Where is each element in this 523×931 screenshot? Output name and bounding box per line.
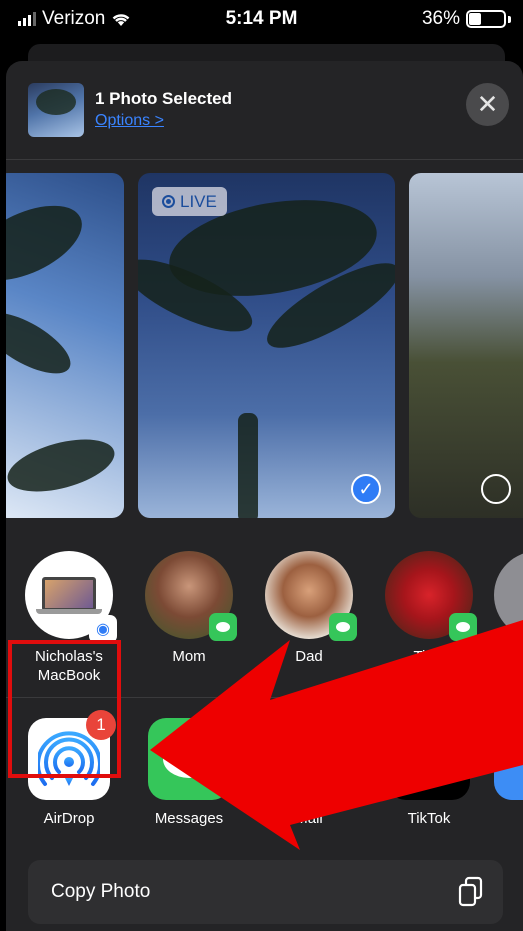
- options-link[interactable]: Options >: [95, 112, 164, 130]
- app-label: Mail: [295, 810, 323, 827]
- live-label: LIVE: [180, 191, 217, 211]
- avatar: [494, 551, 523, 639]
- battery-status: 36%: [422, 8, 511, 30]
- person-name: Mom: [172, 648, 206, 665]
- app-tiktok[interactable]: ♪ TikTok: [374, 718, 484, 827]
- app-mail[interactable]: Mail: [254, 718, 364, 827]
- messages-icon: [449, 613, 477, 641]
- person-more[interactable]: [494, 551, 523, 639]
- avatar: [145, 551, 237, 641]
- messages-icon: [329, 613, 357, 641]
- checkmark-icon[interactable]: ✓: [351, 474, 381, 504]
- person-name: Dad: [295, 648, 323, 665]
- photo-item-live[interactable]: LIVE ✓: [138, 173, 395, 518]
- photo-carousel[interactable]: LIVE ✓: [6, 173, 523, 518]
- status-bar: Verizon 5:14 PM 36%: [0, 0, 523, 40]
- airdrop-icon: ◉: [89, 615, 117, 643]
- live-photo-badge: LIVE: [152, 187, 227, 216]
- messages-icon: [148, 718, 230, 800]
- person-mom[interactable]: Mom: [134, 551, 244, 666]
- app-label: AirDrop: [43, 810, 95, 827]
- app-icon: [494, 718, 523, 800]
- copy-icon: [458, 876, 483, 907]
- battery-percent: 36%: [421, 8, 460, 29]
- battery-icon: [466, 10, 506, 28]
- copy-photo-action[interactable]: Copy Photo: [28, 860, 503, 924]
- avatar: ◉: [25, 551, 117, 643]
- photo-item[interactable]: [6, 173, 124, 518]
- airdrop-highlight-box: [8, 640, 121, 778]
- selected-photo-thumbnail: [28, 83, 84, 137]
- avatar: [265, 551, 357, 641]
- app-label: Messages: [154, 810, 224, 827]
- app-label: TikTok: [407, 810, 451, 827]
- close-icon: ✕: [476, 89, 499, 119]
- app-more[interactable]: [494, 718, 523, 800]
- live-icon: [162, 195, 175, 208]
- person-contact[interactable]: Tit…: [374, 551, 484, 666]
- close-button[interactable]: ✕: [466, 83, 509, 126]
- mail-icon: [268, 718, 350, 800]
- tiktok-icon: ♪: [388, 718, 470, 800]
- photo-item[interactable]: [409, 173, 523, 518]
- share-sheet: 1 Photo Selected Options > ✕ LIVE ✓ ◉ Ni…: [6, 61, 523, 931]
- avatar: [385, 551, 477, 641]
- person-name: Tit…: [413, 648, 445, 665]
- select-circle-icon[interactable]: [481, 474, 511, 504]
- share-title: 1 Photo Selected: [95, 89, 232, 108]
- app-messages[interactable]: Messages: [134, 718, 244, 827]
- copy-photo-label: Copy Photo: [51, 881, 151, 902]
- person-dad[interactable]: Dad: [254, 551, 364, 666]
- laptop-icon: [42, 577, 96, 611]
- share-header: 1 Photo Selected Options > ✕: [6, 61, 523, 160]
- messages-icon: [209, 613, 237, 641]
